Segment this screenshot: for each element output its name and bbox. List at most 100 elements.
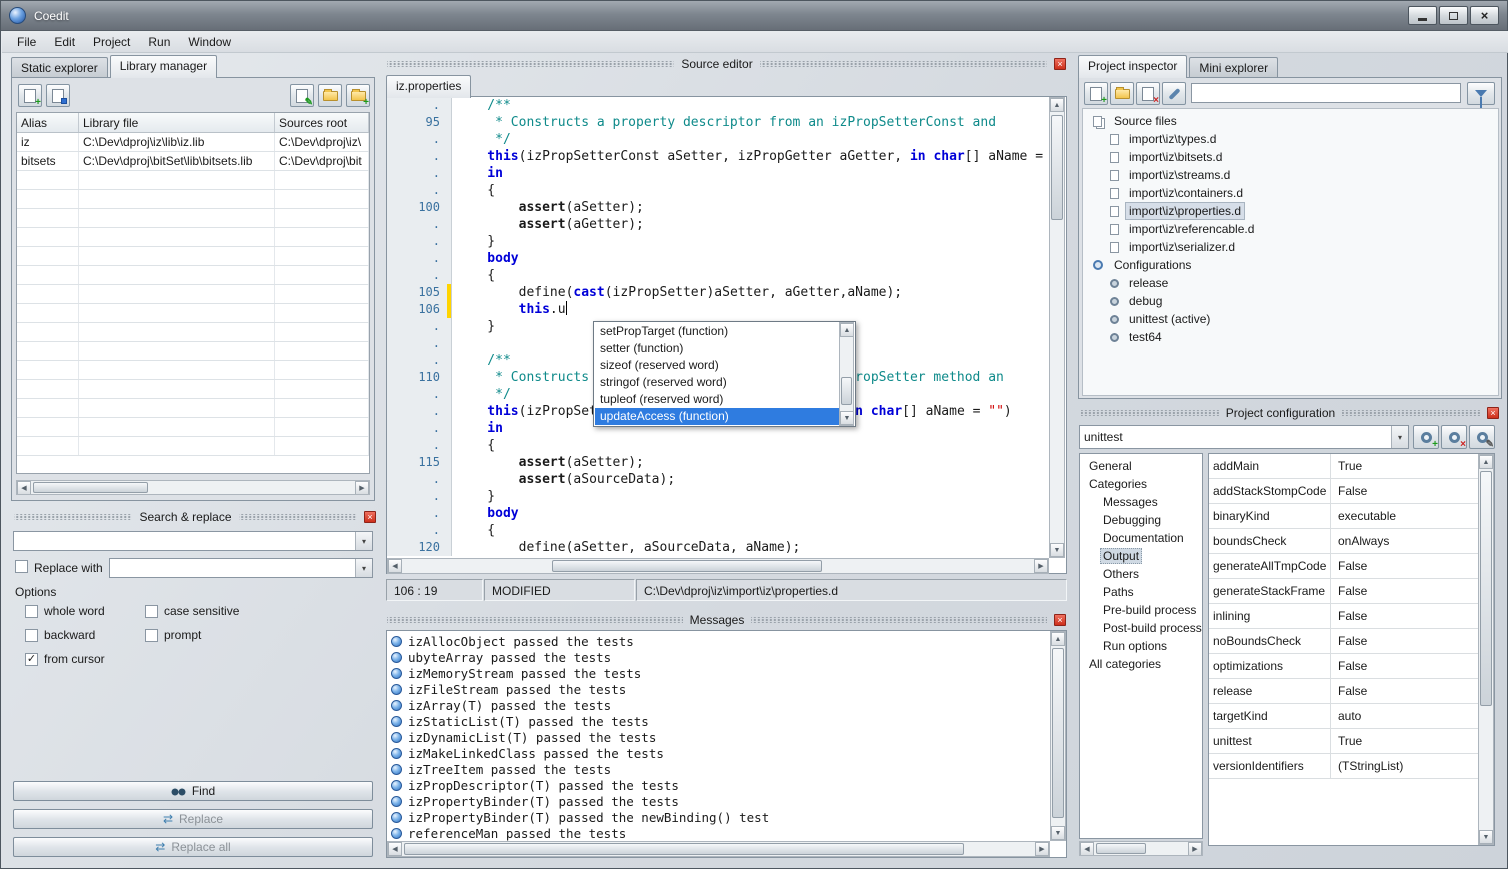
editor-hscrollbar[interactable]: ◀▶ [387, 558, 1049, 574]
completion-vscrollbar-up-arrow[interactable]: ▲ [840, 323, 854, 337]
option-prompt[interactable]: prompt [145, 623, 239, 647]
project-configuration-close-button[interactable]: × [1487, 407, 1499, 419]
property-row-generatealltmpcode[interactable]: generateAllTmpCodeFalse [1209, 554, 1478, 579]
messages-vscrollbar-thumb[interactable] [1052, 648, 1064, 818]
add-library-folder-button[interactable]: + [346, 84, 370, 107]
menu-run[interactable]: Run [139, 32, 179, 52]
column-header-alias[interactable]: Alias [17, 113, 79, 132]
categories-hscrollbar[interactable]: ◀▶ [1079, 841, 1203, 856]
code-line[interactable]: . } [387, 488, 1049, 505]
tree-node-import-iz-properties-d[interactable]: import\iz\properties.d [1083, 202, 1498, 220]
configuration-dropdown-button[interactable]: ▾ [1391, 426, 1408, 448]
library-row[interactable] [17, 285, 369, 304]
tree-node-import-iz-serializer-d[interactable]: import\iz\serializer.d [1083, 238, 1498, 256]
messages-close-button[interactable]: × [1054, 614, 1066, 626]
completion-item-setter-function[interactable]: setter (function) [595, 340, 839, 357]
category-general[interactable]: General [1080, 457, 1202, 475]
column-header-sources-root[interactable]: Sources root [275, 113, 369, 132]
categories-hscrollbar-thumb[interactable] [1096, 843, 1146, 854]
option-whole-word[interactable]: whole word [25, 599, 105, 623]
property-row-inlining[interactable]: inliningFalse [1209, 604, 1478, 629]
editor-hscrollbar-thumb[interactable] [552, 560, 822, 572]
search-replace-close-button[interactable]: × [364, 511, 376, 523]
categories-hscrollbar-track[interactable] [1094, 842, 1188, 855]
properties-vscrollbar[interactable]: ▲▼ [1478, 454, 1494, 845]
option-from-cursor[interactable]: ✓from cursor [25, 647, 105, 671]
code-line[interactable]: . /** [387, 97, 1049, 114]
tree-node-source-files[interactable]: Source files [1083, 112, 1498, 130]
code-line[interactable]: . body [387, 250, 1049, 267]
tree-node-import-iz-bitsets-d[interactable]: import\iz\bitsets.d [1083, 148, 1498, 166]
category-categories[interactable]: Categories [1080, 475, 1202, 493]
message-row[interactable]: izPropertyBinder(T) passed the newBindin… [387, 809, 1049, 825]
message-row[interactable]: izArray(T) passed the tests [387, 697, 1049, 713]
option-backward[interactable]: backward [25, 623, 105, 647]
checkbox-from-cursor[interactable]: ✓ [25, 653, 38, 666]
tree-node-configurations[interactable]: Configurations [1083, 256, 1498, 274]
open-source-button[interactable] [1110, 82, 1134, 105]
properties-vscrollbar-track[interactable] [1479, 469, 1493, 830]
category-debugging[interactable]: Debugging [1080, 511, 1202, 529]
code-line[interactable]: 100 assert(aSetter); [387, 199, 1049, 216]
property-row-optimizations[interactable]: optimizationsFalse [1209, 654, 1478, 679]
library-row[interactable] [17, 323, 369, 342]
code-line[interactable]: . in [387, 165, 1049, 182]
checkbox-replace-with[interactable] [15, 560, 28, 573]
code-line[interactable]: 120 define(aSetter, aSourceData, aName); [387, 539, 1049, 556]
tree-node-import-iz-containers-d[interactable]: import\iz\containers.d [1083, 184, 1498, 202]
messages-hscrollbar-right-arrow[interactable]: ▶ [1035, 842, 1049, 856]
library-hscrollbar-right-arrow[interactable]: ▶ [355, 481, 369, 495]
tab-library-manager[interactable]: Library manager [110, 55, 217, 78]
column-header-library-file[interactable]: Library file [79, 113, 275, 132]
library-row[interactable] [17, 342, 369, 361]
maximize-button[interactable] [1439, 6, 1468, 25]
completion-item-setproptarget-function[interactable]: setPropTarget (function) [595, 323, 839, 340]
library-hscrollbar-left-arrow[interactable]: ◀ [17, 481, 31, 495]
checkbox-whole-word[interactable] [25, 605, 38, 618]
save-library-list-button[interactable] [46, 84, 70, 107]
tree-node-release[interactable]: release [1083, 274, 1498, 292]
messages-hscrollbar-thumb[interactable] [404, 843, 964, 855]
editor-hscrollbar-track[interactable] [402, 559, 1034, 573]
editor-hscrollbar-left-arrow[interactable]: ◀ [388, 559, 402, 573]
messages-vscrollbar-track[interactable] [1051, 646, 1065, 826]
code-line[interactable]: . body [387, 505, 1049, 522]
tree-node-unittest-active[interactable]: unittest (active) [1083, 310, 1498, 328]
code-line[interactable]: . { [387, 522, 1049, 539]
properties-vscrollbar-thumb[interactable] [1480, 471, 1492, 706]
library-row[interactable] [17, 418, 369, 437]
checkbox-prompt[interactable] [145, 629, 158, 642]
category-paths[interactable]: Paths [1080, 583, 1202, 601]
edit-library-button[interactable]: ✎ [290, 84, 314, 107]
category-messages[interactable]: Messages [1080, 493, 1202, 511]
library-row[interactable] [17, 228, 369, 247]
property-row-addmain[interactable]: addMainTrue [1209, 454, 1478, 479]
messages-vscrollbar[interactable]: ▲▼ [1050, 631, 1066, 841]
add-configuration-button[interactable]: + [1413, 425, 1439, 449]
menu-file[interactable]: File [8, 32, 45, 52]
code-line[interactable]: 106 this.u [387, 301, 1049, 318]
library-row[interactable] [17, 437, 369, 456]
category-all-categories[interactable]: All categories [1080, 655, 1202, 673]
library-hscrollbar-track[interactable] [31, 481, 355, 494]
code-line[interactable]: . } [387, 233, 1049, 250]
replace-all-button[interactable]: ⇄ Replace all [13, 837, 373, 857]
replace-button[interactable]: ⇄ Replace [13, 809, 373, 829]
library-row[interactable] [17, 266, 369, 285]
category-output[interactable]: Output [1080, 547, 1202, 565]
library-row[interactable] [17, 380, 369, 399]
library-row[interactable] [17, 209, 369, 228]
property-row-boundscheck[interactable]: boundsCheckonAlways [1209, 529, 1478, 554]
filter-button[interactable] [1467, 82, 1495, 105]
properties-vscrollbar-down-arrow[interactable]: ▼ [1479, 830, 1493, 844]
completion-item-stringof-reserved-word[interactable]: stringof (reserved word) [595, 374, 839, 391]
property-row-generatestackframe[interactable]: generateStackFrameFalse [1209, 579, 1478, 604]
property-row-targetkind[interactable]: targetKindauto [1209, 704, 1478, 729]
project-tools-button[interactable] [1162, 82, 1186, 105]
checkbox-case-sensitive[interactable] [145, 605, 158, 618]
replace-with-combo[interactable]: ▾ [109, 558, 373, 578]
open-library-folder-button[interactable] [318, 84, 342, 107]
category-pre-build-process[interactable]: Pre-build process [1080, 601, 1202, 619]
completion-item-updateaccess-function[interactable]: updateAccess (function) [595, 408, 839, 425]
search-replace-header[interactable]: Search & replace × [11, 509, 379, 525]
